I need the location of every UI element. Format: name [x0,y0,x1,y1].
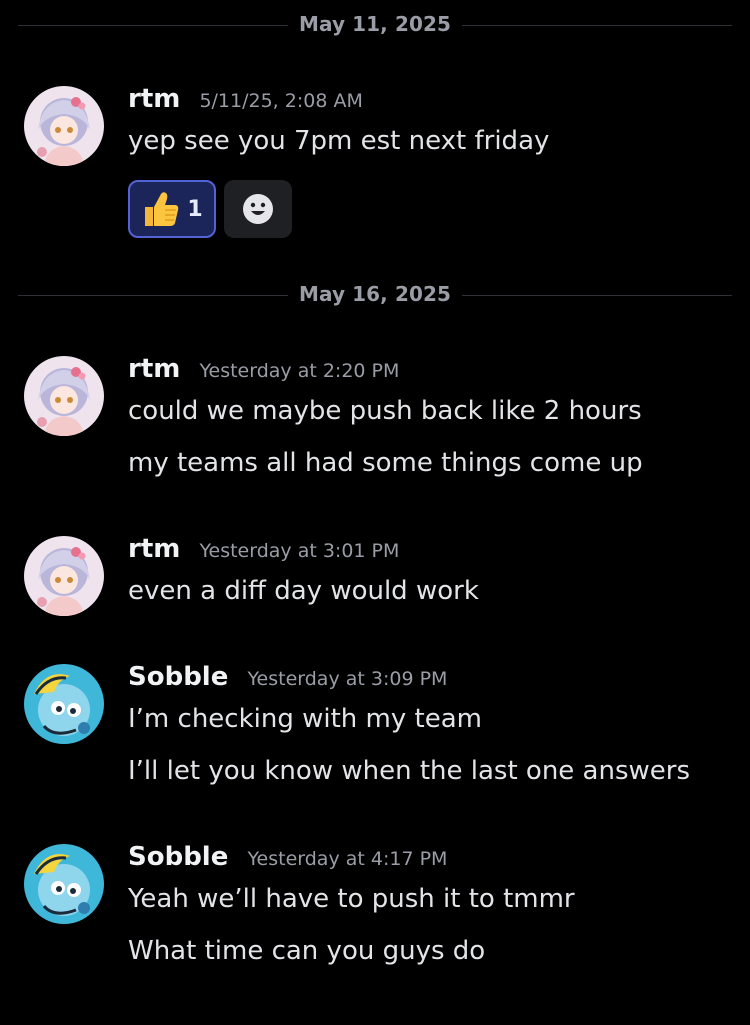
avatar-rtm[interactable] [24,536,104,616]
message-text: I’ll let you know when the last one answ… [128,756,691,786]
message-timestamp: Yesterday at 4:17 PM [247,848,448,870]
author-name[interactable]: rtm [128,534,180,564]
message-timestamp: Yesterday at 3:01 PM [199,540,400,562]
rtm-avatar-image [24,356,104,436]
rtm-avatar-image [24,86,104,166]
divider-line [462,25,732,26]
message-text: even a diff day would work [128,576,479,606]
avatar-rtm[interactable] [24,356,104,436]
sobble-avatar-image [24,844,104,924]
add-reaction-button[interactable] [224,180,292,238]
divider-date: May 11, 2025 [298,12,452,36]
message-header: rtm Yesterday at 3:01 PM [128,534,399,568]
author-name[interactable]: Sobble [128,662,228,692]
divider-line [462,295,732,296]
message-timestamp: 5/11/25, 2:08 AM [199,90,363,112]
thumbs-up-icon [145,192,179,226]
message-timestamp: Yesterday at 3:09 PM [247,668,448,690]
sobble-avatar-image [24,664,104,744]
avatar-rtm[interactable] [24,86,104,166]
message-header: Sobble Yesterday at 4:17 PM [128,842,447,876]
reaction-thumbs-up[interactable]: 1 [128,180,216,238]
author-name[interactable]: rtm [128,354,180,384]
rtm-avatar-image [24,536,104,616]
divider-date: May 16, 2025 [298,282,452,306]
avatar-sobble[interactable] [24,664,104,744]
message-header: rtm 5/11/25, 2:08 AM [128,84,363,118]
message-text: my teams all had some things come up [128,448,643,478]
reaction-count: 1 [187,196,203,222]
author-name[interactable]: rtm [128,84,180,114]
message-header: Sobble Yesterday at 3:09 PM [128,662,447,696]
avatar-sobble[interactable] [24,844,104,924]
message-text: I’m checking with my team [128,704,482,734]
author-name[interactable]: Sobble [128,842,228,872]
message-text: could we maybe push back like 2 hours [128,396,642,426]
message-text: What time can you guys do [128,936,486,966]
smiley-icon [243,194,273,224]
message-header: rtm Yesterday at 2:20 PM [128,354,399,388]
message-text: Yeah we’ll have to push it to tmmr [128,884,575,914]
message-timestamp: Yesterday at 2:20 PM [199,360,400,382]
message-text: yep see you 7pm est next friday [128,126,550,156]
